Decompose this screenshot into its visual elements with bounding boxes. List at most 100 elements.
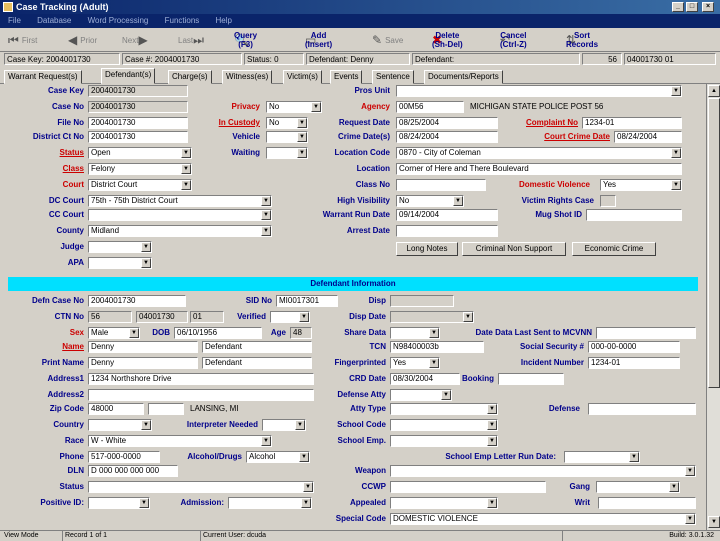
menu-word-processing[interactable]: Word Processing (88, 16, 149, 25)
tab-witnesses[interactable]: Witness(es) (222, 70, 273, 84)
dob-field[interactable]: 06/10/1956 (174, 327, 262, 339)
label-status[interactable]: Status (4, 148, 84, 157)
chevron-down-icon[interactable]: ▼ (671, 148, 681, 158)
prior-button[interactable]: ◀ Prior (68, 31, 97, 49)
add-button[interactable]: ▭ Add (Insert) (305, 31, 365, 49)
judge-select[interactable]: ▼ (88, 241, 152, 253)
chevron-down-icon[interactable]: ▼ (429, 328, 439, 338)
chevron-down-icon[interactable]: ▼ (463, 312, 473, 322)
chevron-down-icon[interactable]: ▼ (487, 498, 497, 508)
chevron-down-icon[interactable]: ▼ (671, 86, 681, 96)
complaint-no-field[interactable]: 1234-01 (582, 117, 682, 129)
first-name-field[interactable]: Denny (88, 341, 198, 353)
location-field[interactable]: Corner of Here and There Boulevard (396, 163, 682, 175)
file-no-field[interactable]: 2004001730 (88, 117, 188, 129)
location-code-select[interactable]: 0870 - City of Coleman ▼ (396, 147, 682, 159)
pros-unit-select[interactable]: ▼ (396, 85, 682, 97)
chevron-down-icon[interactable]: ▼ (181, 164, 191, 174)
dln-field[interactable]: D 000 000 000 000 (88, 465, 178, 477)
zip-ext-field[interactable] (148, 403, 184, 415)
zip-code-field[interactable]: 48000 (88, 403, 144, 415)
last-button[interactable]: Last ⏭ (178, 31, 207, 49)
menu-help[interactable]: Help (216, 16, 232, 25)
arrest-date-field[interactable] (396, 225, 498, 237)
menu-database[interactable]: Database (37, 16, 71, 25)
tab-victims[interactable]: Victim(s) (283, 70, 322, 84)
court-select[interactable]: District Court ▼ (88, 179, 192, 191)
status-2-select[interactable]: ▼ (88, 481, 314, 493)
tab-defendants[interactable]: Defendant(s) (101, 68, 156, 84)
crime-dates-field[interactable]: 08/24/2004 (396, 131, 498, 143)
next-button[interactable]: Next ▶ (122, 31, 151, 49)
tab-charges[interactable]: Charge(s) (168, 70, 212, 84)
chevron-down-icon[interactable]: ▼ (181, 180, 191, 190)
chevron-down-icon[interactable]: ▼ (441, 390, 451, 400)
vertical-scrollbar[interactable]: ▲ ▼ (706, 84, 720, 530)
close-button[interactable]: × (702, 2, 714, 12)
status-select[interactable]: Open ▼ (88, 147, 192, 159)
cc-court-select[interactable]: ▼ (88, 209, 272, 221)
dc-court-select[interactable]: 75th - 75th District Court ▼ (88, 195, 272, 207)
scrollbar-thumb[interactable] (708, 98, 720, 388)
label-class[interactable]: Class (4, 164, 84, 173)
address1-field[interactable]: 1234 Northshore Drive (88, 373, 314, 385)
chevron-down-icon[interactable]: ▼ (261, 210, 271, 220)
school-emp-letter-run-date-field[interactable]: ▼ (564, 451, 640, 463)
tab-warrant-requests[interactable]: Warrant Request(s) (4, 70, 82, 84)
country-select[interactable]: ▼ (88, 419, 152, 431)
victim-rights-checkbox[interactable] (600, 195, 616, 207)
sex-select[interactable]: Male ▼ (88, 327, 140, 339)
tab-events[interactable]: Events (330, 70, 363, 84)
district-ct-no-field[interactable]: 2004001730 (88, 131, 188, 143)
chevron-down-icon[interactable]: ▼ (139, 498, 149, 508)
apa-select[interactable]: ▼ (88, 257, 152, 269)
booking-field[interactable] (498, 373, 564, 385)
class-no-field[interactable] (396, 179, 486, 191)
domestic-violence-select[interactable]: Yes ▼ (600, 179, 682, 191)
last-name-field[interactable]: Defendant (202, 341, 312, 353)
chevron-down-icon[interactable]: ▼ (487, 404, 497, 414)
defense-atty-select[interactable]: ▼ (390, 389, 452, 401)
chevron-down-icon[interactable]: ▼ (453, 196, 463, 206)
economic-crime-button[interactable]: Economic Crime (572, 242, 656, 256)
delete-button[interactable]: ✖ Delete (Sh-Del) (432, 31, 494, 49)
tab-documents-reports[interactable]: Documents/Reports (424, 70, 503, 84)
label-in-custody[interactable]: In Custody (196, 118, 260, 127)
incident-number-field[interactable]: 1234-01 (588, 357, 680, 369)
chevron-down-icon[interactable]: ▼ (141, 258, 151, 268)
scroll-down-icon[interactable]: ▼ (708, 516, 720, 528)
county-select[interactable]: Midland ▼ (88, 225, 272, 237)
query-button[interactable]: 🔍 Query (F3) (234, 31, 294, 49)
first-button[interactable]: ⏮ First (8, 31, 37, 49)
chevron-down-icon[interactable]: ▼ (669, 482, 679, 492)
minimize-button[interactable]: _ (672, 2, 684, 12)
social-security-field[interactable]: 000-00-0000 (588, 341, 680, 353)
chevron-down-icon[interactable]: ▼ (487, 436, 497, 446)
chevron-down-icon[interactable]: ▼ (141, 242, 151, 252)
menu-functions[interactable]: Functions (165, 16, 200, 25)
cancel-button[interactable]: ↶ Cancel (Ctrl-Z) (500, 31, 560, 49)
chevron-down-icon[interactable]: ▼ (629, 452, 639, 462)
class-select[interactable]: Felony ▼ (88, 163, 192, 175)
gang-select[interactable]: ▼ (596, 481, 680, 493)
long-notes-button[interactable]: Long Notes (396, 242, 458, 256)
label-name[interactable]: Name (4, 342, 84, 351)
ccwp-field[interactable] (390, 481, 546, 493)
school-emp-select[interactable]: ▼ (390, 435, 498, 447)
tab-sentence[interactable]: Sentence (372, 70, 414, 84)
print-first-name-field[interactable]: Denny (88, 357, 198, 369)
label-court-crime-date[interactable]: Court Crime Date (500, 132, 610, 141)
atty-type-select[interactable]: ▼ (390, 403, 498, 415)
phone-field[interactable]: 517-000-0000 (88, 451, 160, 463)
special-code-select[interactable]: DOMESTIC VIOLENCE ▼ (390, 513, 696, 525)
chevron-down-icon[interactable]: ▼ (181, 148, 191, 158)
chevron-down-icon[interactable]: ▼ (685, 514, 695, 524)
court-crime-date-field[interactable]: 08/24/2004 (614, 131, 682, 143)
defn-case-no-field[interactable]: 2004001730 (88, 295, 186, 307)
chevron-down-icon[interactable]: ▼ (429, 358, 439, 368)
writ-field[interactable] (598, 497, 696, 509)
weapon-select[interactable]: ▼ (390, 465, 696, 477)
mug-shot-id-field[interactable] (586, 209, 682, 221)
chevron-down-icon[interactable]: ▼ (261, 226, 271, 236)
chevron-down-icon[interactable]: ▼ (671, 180, 681, 190)
